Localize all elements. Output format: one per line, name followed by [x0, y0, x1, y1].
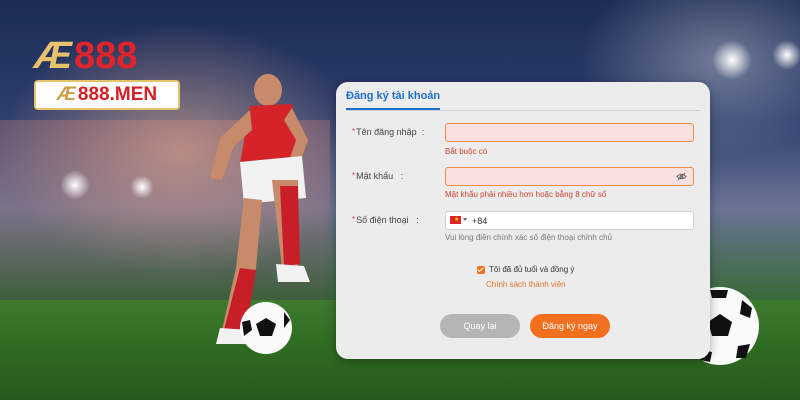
logo-sub-ae: Æ [56, 84, 76, 105]
username-label: *Tên đăng nhập : [352, 127, 424, 137]
phone-colon: : [416, 215, 419, 225]
phone-label: *Số điện thoại : [352, 215, 419, 225]
required-mark: * [352, 171, 356, 180]
password-error: Mật khẩu phải nhiều hơn hoặc bằng 8 chữ … [445, 190, 607, 199]
required-mark: * [352, 215, 356, 224]
stadium-light [130, 175, 154, 199]
password-colon: : [400, 171, 404, 181]
username-input[interactable] [445, 123, 694, 142]
logo-domain-badge: Æ 888.MEN [34, 80, 180, 110]
logo-888: 888 [74, 35, 138, 77]
username-label-text: Tên đăng nhập [356, 127, 417, 137]
country-code: +84 [472, 216, 488, 226]
agree-row[interactable]: Tôi đã đủ tuổi và đồng ý [477, 265, 574, 274]
phone-label-text: Số điện thoại [356, 215, 409, 225]
chevron-down-icon[interactable] [463, 218, 467, 221]
flag-star-icon: ★ [454, 217, 460, 223]
football-player-illustration [210, 74, 310, 354]
agree-text: Tôi đã đủ tuổi và đồng ý [489, 265, 575, 274]
tab-divider [346, 110, 700, 111]
logo-mark: Æ 888 [34, 36, 180, 76]
phone-field[interactable]: ★ +84 [445, 211, 694, 230]
password-label-text: Mật khẩu [356, 171, 394, 181]
stadium-light [60, 170, 90, 200]
password-label: *Mật khẩu : [352, 171, 403, 181]
register-panel: Đăng ký tài khoản *Tên đăng nhập : Bắt b… [336, 82, 710, 359]
required-mark: * [352, 127, 356, 136]
eye-off-icon[interactable] [676, 171, 687, 182]
stadium-light [712, 40, 752, 80]
logo-ae: Æ [34, 35, 72, 77]
username-colon: : [421, 127, 425, 137]
phone-hint: Vui lòng điền chính xác số điện thoại ch… [445, 233, 612, 242]
vietnam-flag-icon[interactable]: ★ [450, 216, 461, 224]
policy-link[interactable]: Chính sách thành viên [486, 280, 566, 289]
stadium-light [772, 40, 800, 70]
username-error: Bắt buộc có [445, 147, 488, 156]
tab-register[interactable]: Đăng ký tài khoản [346, 90, 441, 110]
brand-logo: Æ 888 Æ 888.MEN [34, 36, 180, 110]
back-button[interactable]: Quay lại [440, 314, 520, 338]
agree-checkbox[interactable] [477, 265, 485, 274]
password-field[interactable] [445, 167, 694, 186]
register-button[interactable]: Đăng ký ngay [530, 314, 610, 338]
logo-sub-domain: 888.MEN [77, 84, 158, 105]
